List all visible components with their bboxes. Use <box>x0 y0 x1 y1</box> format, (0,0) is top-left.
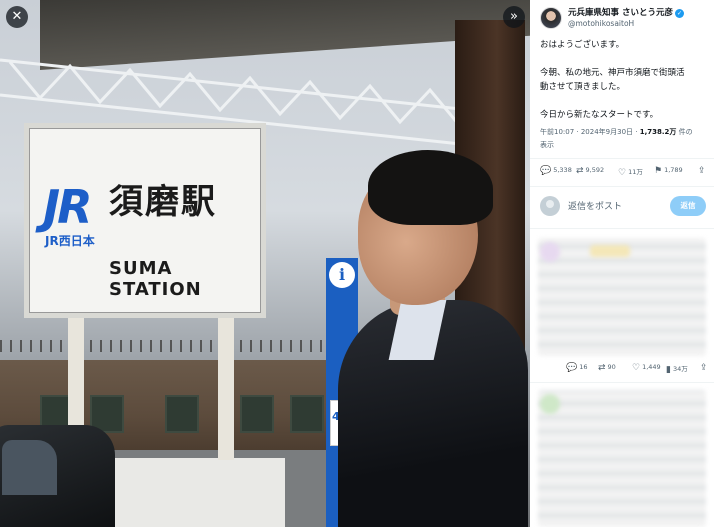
post-timestamp[interactable]: 午前10:07 · 2024年9月30日 · <box>540 128 640 136</box>
post-text-line: おはようございます。 <box>540 40 625 50</box>
post-text: おはようございます。 今朝、私の地元、神戸市須磨で街頭活 動させて頂きました。 … <box>540 38 708 136</box>
blurred-emoji <box>590 245 630 257</box>
blurred-reply-post[interactable] <box>538 390 706 527</box>
retweet-icon: ⇄ <box>576 166 584 176</box>
divider <box>530 158 714 159</box>
info-icon: i <box>329 262 355 288</box>
bookmark-icon: ⚑ <box>654 166 663 176</box>
reply-button[interactable]: 💬 5,338 <box>540 166 572 176</box>
author-row[interactable]: 元兵庫県知事 さいとう元彦 ✓ @motohikosaitoH <box>540 6 710 32</box>
like-count: 11万 <box>628 168 643 176</box>
author-name-text[interactable]: 元兵庫県知事 さいとう元彦 <box>568 8 673 18</box>
post-view-suffix-line2: 表示 <box>540 141 554 149</box>
verified-badge-icon: ✓ <box>674 9 684 18</box>
man-hair <box>368 150 493 225</box>
reply-icon: 💬 <box>566 363 578 373</box>
double-chevron-right-icon[interactable]: » <box>503 6 525 28</box>
jr-logo: JR <box>43 180 93 234</box>
share-icon: ⇪ <box>700 363 708 373</box>
heart-icon: ♡ <box>632 363 641 373</box>
station-name-japanese: 須磨駅 <box>109 182 217 222</box>
like-count: 1,449 <box>642 363 661 371</box>
post-side-panel: 元兵庫県知事 さいとう元彦 ✓ @motohikosaitoH おはようございます… <box>530 0 714 527</box>
reply-input[interactable]: 返信をポスト <box>568 199 622 212</box>
like-button[interactable]: ♡ 11万 <box>618 166 643 178</box>
reply-count: 16 <box>579 363 588 371</box>
train-window <box>165 395 199 433</box>
share-button[interactable]: ⇪ <box>698 166 708 176</box>
like-button[interactable]: ♡ 1,449 <box>632 363 661 373</box>
sign-post <box>218 310 234 460</box>
train-window <box>290 395 324 433</box>
close-icon[interactable]: ✕ <box>6 6 28 28</box>
fence <box>0 340 330 352</box>
retweet-button[interactable]: ⇄ 90 <box>598 363 616 373</box>
bookmark-button[interactable]: ⚑ 1,789 <box>654 166 683 176</box>
retweet-count: 9,592 <box>585 166 605 174</box>
reply-composer: 返信をポスト 返信 <box>540 194 710 218</box>
blurred-avatar <box>540 394 560 414</box>
bar-chart-icon: ▮ <box>666 365 671 375</box>
avatar[interactable] <box>540 7 562 29</box>
divider <box>530 228 714 229</box>
reply-icon: 💬 <box>540 166 552 176</box>
divider <box>530 382 714 383</box>
reply-button[interactable]: 💬 16 <box>566 363 588 373</box>
retweet-count: 90 <box>607 363 616 371</box>
retweet-button[interactable]: ⇄ 9,592 <box>576 166 604 176</box>
station-sign: JR JR西日本 須磨駅 SUMA STATION <box>24 123 266 318</box>
post-text-line: 今日から新たなスタートです。 <box>540 110 659 120</box>
heart-icon: ♡ <box>618 168 627 178</box>
views-button[interactable]: ▮ 34万 <box>666 363 688 375</box>
author-handle[interactable]: @motohikosaitoH <box>568 19 634 28</box>
blurred-avatar <box>540 242 560 262</box>
jr-west-label: JR西日本 <box>45 234 95 248</box>
view-count: 34万 <box>672 365 688 373</box>
author-name[interactable]: 元兵庫県知事 さいとう元彦 ✓ <box>568 6 684 18</box>
post-meta: 午前10:07 · 2024年9月30日 · 1,738.2万 件の 表示 <box>540 126 708 152</box>
media-viewer-photo: JR JR西日本 須磨駅 SUMA STATION i 4 ✕ » <box>0 0 530 527</box>
bookmark-count: 1,789 <box>664 166 683 174</box>
car-window <box>2 440 57 495</box>
post-actions: 💬 5,338 ⇄ 9,592 ♡ 11万 ⚑ 1,789 ⇪ <box>540 166 710 180</box>
retweet-icon: ⇄ <box>598 363 606 373</box>
post-text-line: 今朝、私の地元、神戸市須磨で街頭活 動させて頂きました。 <box>540 68 685 92</box>
station-name-english: SUMA STATION <box>109 258 202 300</box>
post-view-count: 1,738.2万 <box>639 128 677 136</box>
avatar <box>540 196 560 216</box>
reply-submit-button[interactable]: 返信 <box>670 196 706 216</box>
divider <box>530 186 714 187</box>
reply-count: 5,338 <box>553 166 572 174</box>
share-button[interactable]: ⇪ <box>700 363 710 373</box>
share-icon: ⇪ <box>698 166 706 176</box>
post-view-suffix: 件の <box>676 128 693 136</box>
reply-post-actions: 💬 16 ⇄ 90 ♡ 1,449 ▮ 34万 ⇪ <box>540 363 710 377</box>
train-window <box>240 395 274 433</box>
